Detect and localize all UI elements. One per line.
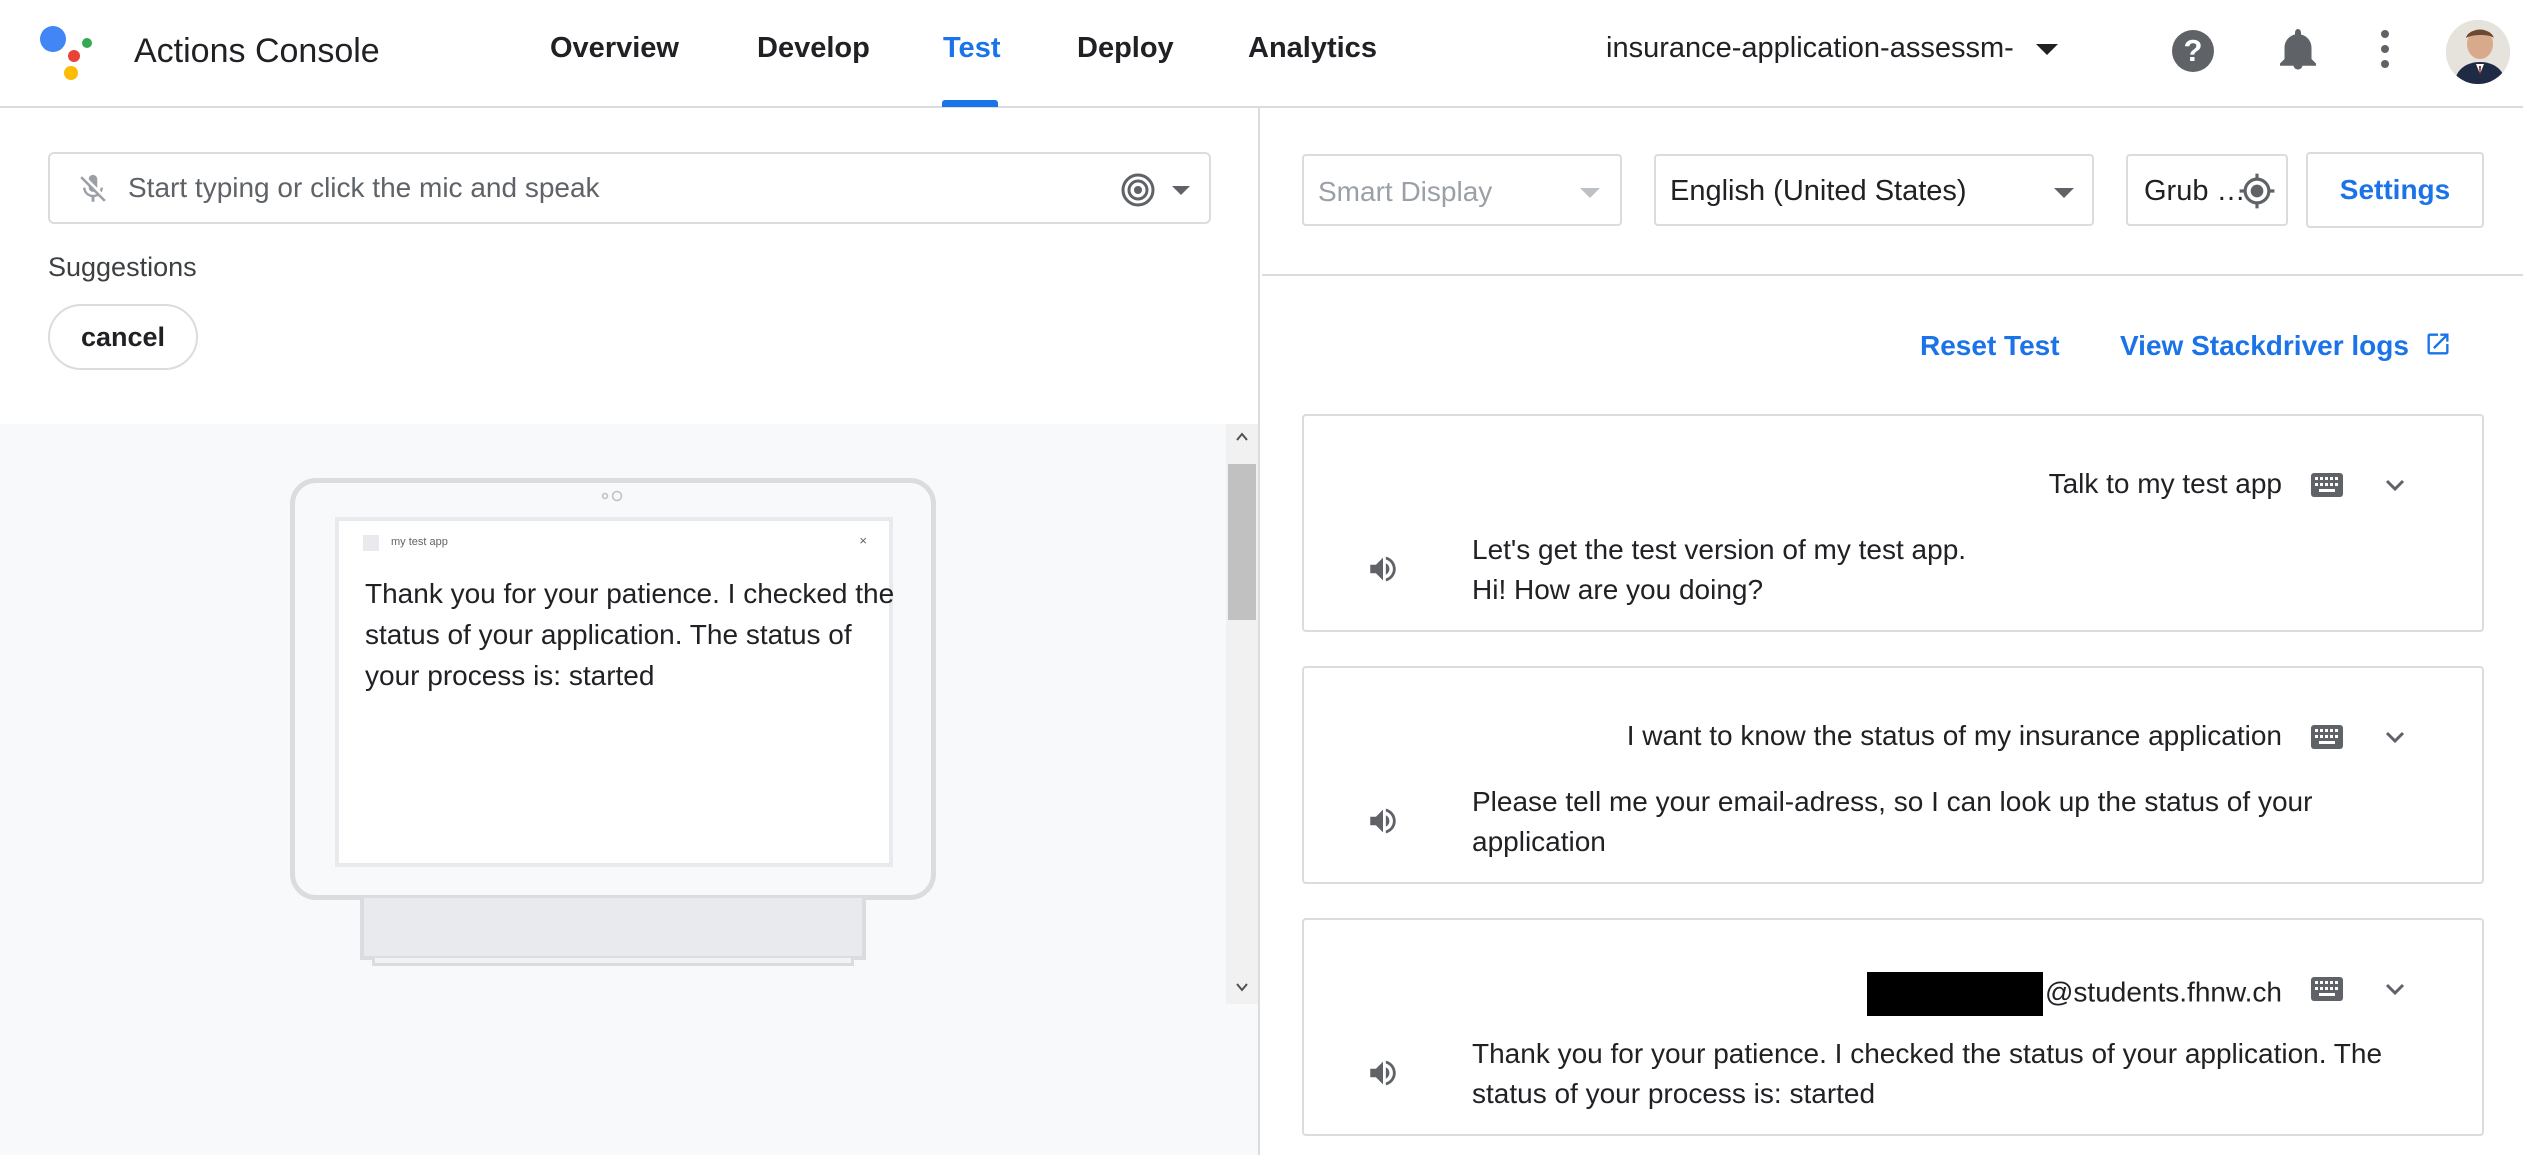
- keyboard-icon: [2311, 473, 2343, 497]
- project-selector[interactable]: insurance-application-assessm-: [1606, 32, 2014, 65]
- app-icon: [363, 535, 379, 551]
- language-select[interactable]: English (United States): [1654, 154, 2094, 226]
- tab-develop[interactable]: Develop: [757, 32, 870, 65]
- agent-message: Let's get the test version of my test ap…: [1472, 530, 2432, 610]
- google-assistant-logo[interactable]: [38, 24, 94, 80]
- tab-test[interactable]: Test: [943, 32, 1000, 65]
- speaker-icon[interactable]: [1366, 552, 1400, 586]
- expand-icon[interactable]: [2384, 474, 2406, 496]
- user-message-text: @students.fhnw.ch: [2044, 976, 2282, 1008]
- speaker-icon[interactable]: [1366, 804, 1400, 838]
- query-box[interactable]: [48, 152, 1211, 224]
- user-message: @students.fhnw.ch: [1866, 972, 2282, 1016]
- conversation-panel: Smart Display English (United States) Gr…: [1262, 108, 2523, 1155]
- agent-message-line: Thank you for your patience. I checked t…: [1472, 1038, 2383, 1109]
- chevron-down-icon[interactable]: [2054, 188, 2074, 198]
- speaker-icon[interactable]: [1366, 1056, 1400, 1090]
- keyboard-icon: [2311, 977, 2343, 1001]
- settings-button[interactable]: Settings: [2306, 152, 2484, 228]
- conversation-turn: I want to know the status of my insuranc…: [1302, 666, 2484, 884]
- close-icon[interactable]: ×: [859, 533, 867, 548]
- app-title: Actions Console: [134, 32, 380, 70]
- user-message: I want to know the status of my insuranc…: [1626, 720, 2282, 751]
- scrollbar[interactable]: [1226, 424, 1258, 1004]
- agent-message-line: Hi! How are you doing?: [1472, 574, 1764, 605]
- notifications-icon[interactable]: [2280, 28, 2316, 72]
- device-preview-area: my test app × Thank you for your patienc…: [0, 424, 1258, 1155]
- query-input[interactable]: [128, 164, 1028, 212]
- chevron-down-icon[interactable]: [2036, 44, 2058, 55]
- view-stackdriver-logs-link[interactable]: View Stackdriver logs: [2120, 330, 2409, 362]
- scroll-up-icon[interactable]: [1235, 430, 1249, 444]
- device-screen: my test app × Thank you for your patienc…: [335, 517, 895, 867]
- active-tab-indicator: [942, 100, 998, 107]
- device-app-name: my test app: [391, 536, 448, 548]
- conversation-turn: Talk to my test app Let's get the test v…: [1302, 414, 2484, 632]
- suggestions-label: Suggestions: [48, 252, 197, 282]
- location-value: Grub …: [2144, 175, 2246, 207]
- reset-test-button[interactable]: Reset Test: [1920, 330, 2060, 362]
- chevron-down-icon: [1580, 188, 1600, 198]
- scroll-down-icon[interactable]: [1235, 980, 1249, 994]
- top-bar: Actions Console Overview Develop Test De…: [0, 0, 2523, 108]
- expand-icon[interactable]: [2384, 726, 2406, 748]
- smart-display-frame: my test app × Thank you for your patienc…: [290, 478, 936, 900]
- redacted-block: [1866, 972, 2043, 1016]
- more-vert-icon[interactable]: [2378, 30, 2392, 72]
- location-select[interactable]: Grub …: [2126, 154, 2288, 226]
- conversation-turn: @students.fhnw.ch Thank you for your pat…: [1302, 918, 2484, 1136]
- agent-message-line: Let's get the test version of my test ap…: [1472, 534, 1967, 565]
- smart-display-foot: [372, 958, 854, 966]
- open-in-new-icon[interactable]: [2424, 330, 2452, 358]
- my-location-icon[interactable]: [2238, 172, 2276, 210]
- scroll-thumb[interactable]: [1228, 464, 1256, 620]
- agent-message: Please tell me your email-adress, so I c…: [1472, 782, 2432, 862]
- help-icon[interactable]: ?: [2172, 30, 2214, 72]
- user-message: Talk to my test app: [2048, 468, 2282, 499]
- chevron-down-icon[interactable]: [1172, 186, 1190, 195]
- expand-icon[interactable]: [2384, 978, 2406, 1000]
- avatar[interactable]: [2446, 20, 2510, 84]
- simulator-settings-row: Smart Display English (United States) Gr…: [1262, 108, 2523, 276]
- mic-off-icon[interactable]: [76, 172, 110, 206]
- tab-analytics[interactable]: Analytics: [1248, 32, 1377, 65]
- simulator-panel: Suggestions cancel my test app × Thank y…: [0, 108, 1260, 1155]
- agent-message: Thank you for your patience. I checked t…: [1472, 1034, 2432, 1114]
- surface-value: Smart Display: [1318, 176, 1493, 207]
- agent-message-line: Please tell me your email-adress, so I c…: [1472, 786, 2313, 857]
- voice-target-icon[interactable]: [1120, 172, 1156, 208]
- device-display-text: Thank you for your patience. I checked t…: [365, 578, 895, 691]
- language-value: English (United States): [1670, 175, 1967, 207]
- keyboard-icon: [2311, 725, 2343, 749]
- suggestion-chip-cancel[interactable]: cancel: [48, 304, 198, 370]
- tab-overview[interactable]: Overview: [550, 32, 679, 65]
- smart-display-stand: [360, 898, 866, 960]
- surface-select: Smart Display: [1302, 154, 1622, 226]
- tab-deploy[interactable]: Deploy: [1077, 32, 1174, 65]
- camera-icon: [601, 490, 623, 502]
